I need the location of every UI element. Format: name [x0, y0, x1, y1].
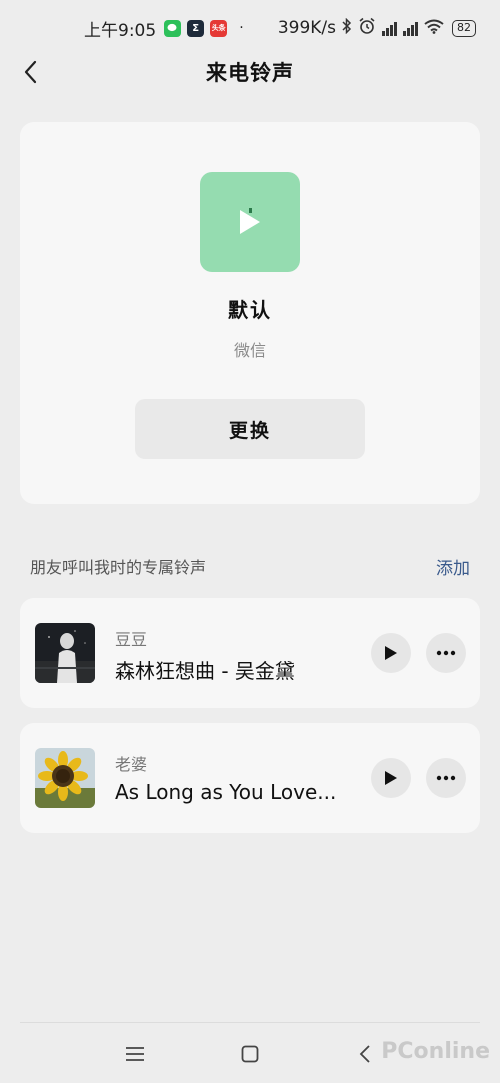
change-button[interactable]: 更换 [135, 399, 365, 459]
back-button[interactable] [12, 54, 48, 90]
play-button[interactable] [371, 758, 411, 798]
home-nav-button[interactable] [232, 1036, 268, 1072]
sigma-app-icon: Σ [187, 19, 205, 37]
add-button[interactable]: 添加 [436, 554, 470, 579]
contact-name: 老婆 [115, 755, 148, 774]
nav-divider [20, 1022, 480, 1023]
wifi-icon [424, 19, 444, 38]
signal-icon-1 [382, 20, 397, 36]
more-button[interactable] [426, 758, 466, 798]
page-title: 来电铃声 [206, 61, 294, 85]
song-cover-image [35, 623, 95, 683]
play-icon [385, 771, 397, 785]
song-cover-image [35, 748, 95, 808]
play-button[interactable] [371, 633, 411, 673]
chevron-left-icon [24, 60, 37, 84]
menu-icon [126, 1047, 144, 1061]
status-dot: · [239, 20, 244, 36]
more-icon [436, 650, 456, 656]
wechat-icon [164, 19, 182, 37]
play-icon [385, 646, 397, 660]
exclusive-ringtones-header: 朋友呼叫我时的专属铃声 添加 [30, 552, 470, 580]
alarm-icon [358, 17, 376, 39]
more-icon [436, 775, 456, 781]
battery-indicator: 82 [452, 19, 476, 37]
home-square-icon [241, 1045, 259, 1063]
header: 来电铃声 [0, 50, 500, 94]
toutiao-icon: 头条 [210, 19, 228, 37]
status-bar: 上午9:05 Σ 头条 · 399K/s 82 [0, 0, 500, 56]
ringtone-cover[interactable] [200, 172, 300, 272]
menu-nav-button[interactable] [117, 1036, 153, 1072]
status-time: 上午9:05 [84, 20, 157, 41]
contact-ringtone-item[interactable]: 豆豆 森林狂想曲 - 吴金黛 [20, 598, 480, 708]
ringtone-source: 微信 [233, 341, 266, 360]
watermark: PConline [381, 1039, 490, 1064]
play-icon [240, 208, 260, 234]
system-nav-bar: PConline [0, 1028, 500, 1078]
back-nav-button[interactable] [347, 1036, 383, 1072]
song-title: As Long as You Love... [115, 780, 337, 804]
signal-icon-2 [403, 20, 418, 36]
section-title: 朋友呼叫我时的专属铃声 [30, 558, 207, 577]
ringtone-name: 默认 [228, 298, 272, 322]
default-ringtone-card: 默认 微信 更换 [20, 122, 480, 504]
contact-name: 豆豆 [115, 630, 148, 649]
bluetooth-icon [342, 17, 352, 38]
song-title: 森林狂想曲 - 吴金黛 [115, 659, 295, 683]
contact-ringtone-item[interactable]: 老婆 As Long as You Love... [20, 723, 480, 833]
more-button[interactable] [426, 633, 466, 673]
back-arrow-icon [359, 1045, 370, 1063]
network-speed: 399K/s [277, 18, 336, 38]
